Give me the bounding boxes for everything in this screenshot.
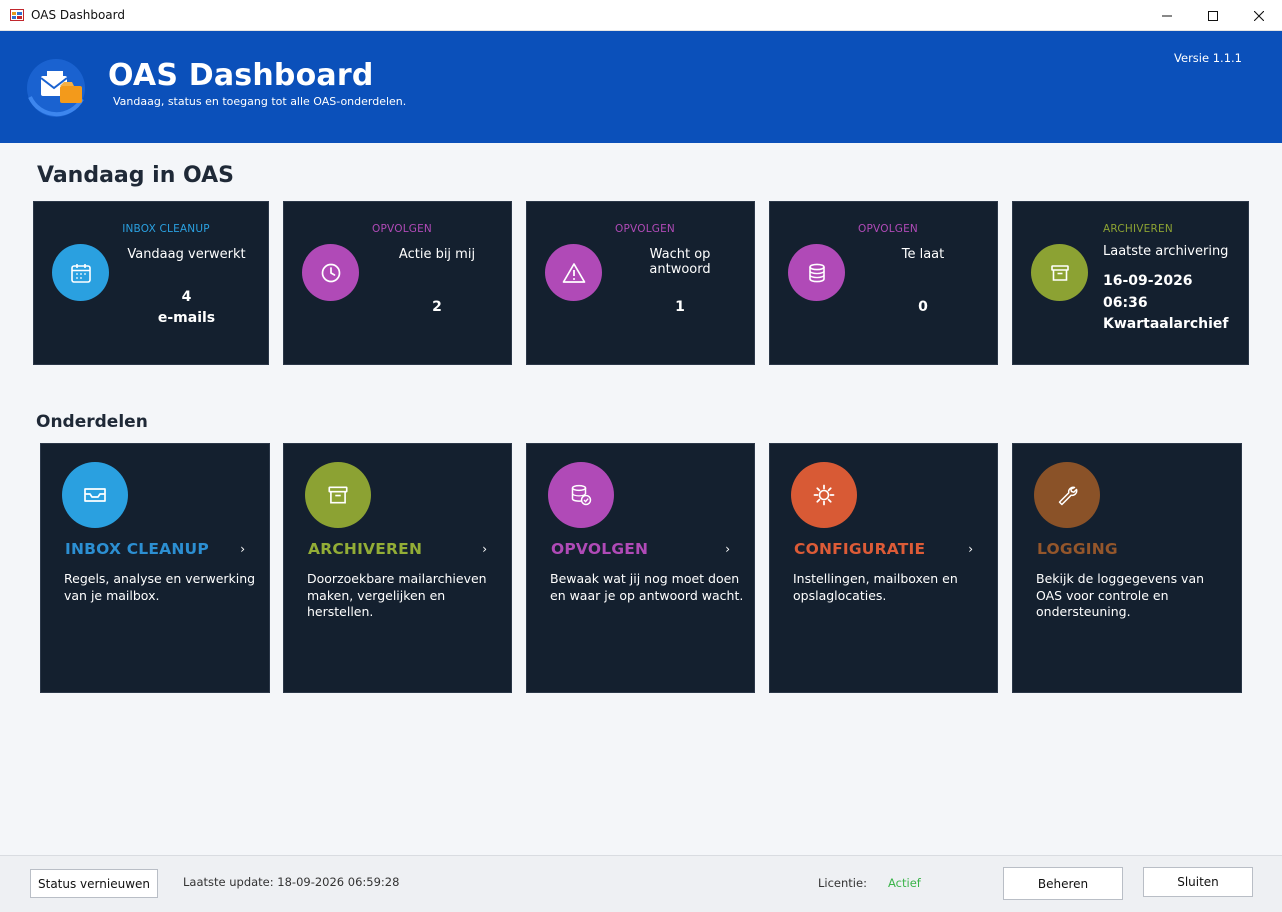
stat-card-label: Laatste archivering (1103, 244, 1229, 259)
database-check-icon (548, 462, 614, 528)
app-title: OAS Dashboard (108, 58, 374, 93)
module-description: Bekijk de loggegevens van OAS voor contr… (1036, 571, 1205, 619)
module-title: CONFIGURATIE (794, 540, 926, 558)
minimize-button[interactable] (1144, 0, 1190, 31)
status-footer: Status vernieuwen Laatste update: 18-09-… (0, 855, 1282, 912)
module-description: Instellingen, mailboxen en opslaglocatie… (793, 571, 958, 603)
modules-section-title: Onderdelen (36, 412, 148, 432)
archive-box-icon (1031, 244, 1088, 301)
close-button[interactable]: Sluiten (1143, 867, 1253, 897)
module-card-configuratie[interactable]: CONFIGURATIE › Instellingen, mailboxen e… (769, 443, 998, 693)
manage-button[interactable]: Beheren (1003, 867, 1123, 900)
module-title: OPVOLGEN (551, 540, 649, 558)
stat-card-processed-today[interactable]: INBOX CLEANUP Vandaag verwerkt 4 e-mails (33, 201, 269, 365)
stat-card-category: ARCHIVEREN (1103, 223, 1173, 235)
stat-card-category: OPVOLGEN (615, 223, 675, 235)
stat-card-archive-name: Kwartaalarchief (1103, 316, 1229, 332)
app-subtitle: Vandaag, status en toegang tot alle OAS-… (113, 95, 407, 108)
stat-card-category: INBOX CLEANUP (122, 223, 210, 235)
refresh-status-button[interactable]: Status vernieuwen (30, 869, 158, 898)
last-update-text: Laatste update: 18-09-2026 06:59:28 (183, 875, 400, 889)
calendar-icon (52, 244, 109, 301)
module-card-archiveren[interactable]: ARCHIVEREN › Doorzoekbare mailarchieven … (283, 443, 512, 693)
module-card-inbox-cleanup[interactable]: INBOX CLEANUP › Regels, analyse en verwe… (40, 443, 270, 693)
stat-card-category: OPVOLGEN (858, 223, 918, 235)
maximize-button[interactable] (1190, 0, 1236, 31)
archive-box-icon (305, 462, 371, 528)
version-label: Versie 1.1.1 (1174, 51, 1242, 65)
stat-card-archive-date: 16-09-2026 (1103, 273, 1193, 289)
stat-card-waiting-for-reply[interactable]: OPVOLGEN Wacht op antwoord 1 (526, 201, 755, 365)
window-title: OAS Dashboard (31, 8, 125, 22)
chevron-right-icon: › (240, 542, 245, 556)
module-card-logging[interactable]: LOGGING Bekijk de loggegevens van OAS vo… (1012, 443, 1242, 693)
stat-card-category: OPVOLGEN (372, 223, 432, 235)
inbox-tray-icon (62, 462, 128, 528)
close-window-button[interactable] (1236, 0, 1282, 31)
license-status: Actief (888, 876, 921, 890)
stat-card-overdue[interactable]: OPVOLGEN Te laat 0 (769, 201, 998, 365)
chevron-right-icon: › (968, 542, 973, 556)
gear-icon (791, 462, 857, 528)
chevron-right-icon: › (725, 542, 730, 556)
wrench-icon (1034, 462, 1100, 528)
app-header: OAS Dashboard Vandaag, status en toegang… (0, 31, 1282, 143)
maximize-icon (1208, 10, 1218, 21)
stat-card-last-archive[interactable]: ARCHIVEREN Laatste archivering 16-09-202… (1012, 201, 1249, 365)
close-icon (1254, 10, 1264, 21)
module-card-opvolgen[interactable]: OPVOLGEN › Bewaak wat jij nog moet doen … (526, 443, 755, 693)
module-title: LOGGING (1037, 540, 1118, 558)
minimize-icon (1162, 15, 1172, 16)
stat-card-value: 1 (675, 299, 685, 315)
module-description: Bewaak wat jij nog moet doen en waar je … (550, 571, 744, 603)
module-title: ARCHIVEREN (308, 540, 423, 558)
oas-logo-icon (27, 59, 85, 117)
stat-card-archive-time: 06:36 (1103, 295, 1148, 311)
stat-card-value: 0 (918, 299, 928, 315)
chevron-right-icon: › (482, 542, 487, 556)
module-title: INBOX CLEANUP (65, 540, 209, 558)
stat-card-label: Te laat (901, 247, 945, 262)
stat-card-label: Actie bij mij (398, 247, 476, 262)
app-window-icon (10, 9, 24, 21)
license-label: Licentie: (818, 876, 867, 890)
stat-card-value: 2 (432, 299, 442, 315)
stat-card-action-by-me[interactable]: OPVOLGEN Actie bij mij 2 (283, 201, 512, 365)
warning-icon (545, 244, 602, 301)
window-titlebar: OAS Dashboard (0, 0, 1282, 31)
stat-card-unit: e-mails (157, 310, 216, 326)
stat-card-label: Wacht op antwoord (649, 247, 711, 277)
clock-icon (302, 244, 359, 301)
today-section-title: Vandaag in OAS (37, 163, 235, 188)
module-description: Regels, analyse en verwerking van je mai… (64, 571, 256, 603)
module-description: Doorzoekbare mailarchieven maken, vergel… (307, 571, 487, 619)
stat-card-value: 4 (181, 289, 192, 305)
database-icon (788, 244, 845, 301)
stat-card-label: Vandaag verwerkt (127, 247, 246, 262)
